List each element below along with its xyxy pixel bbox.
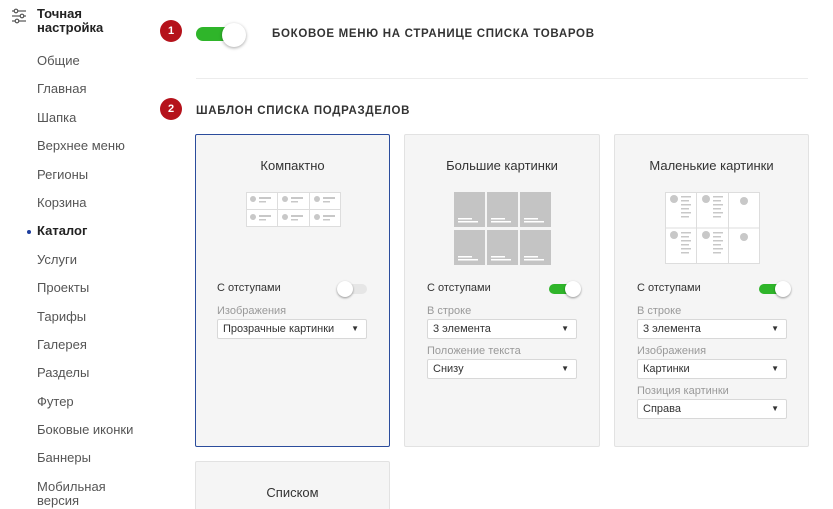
sidebar-item-label: Главная <box>37 81 87 97</box>
sidebar-item-label: Баннеры <box>37 450 91 466</box>
row-count-label: В строке <box>427 305 472 317</box>
sidebar-item-footer[interactable]: Футер <box>37 392 133 420</box>
sidebar-item-label: Каталог <box>37 223 88 239</box>
select-value: Прозрачные картинки <box>223 323 335 335</box>
card-title: Маленькие картинки <box>649 158 774 173</box>
toggle-knob <box>565 281 581 297</box>
sidebar-item-cart[interactable]: Корзина <box>37 193 133 221</box>
sidebar-item-regions[interactable]: Регионы <box>37 165 133 193</box>
sidebar-item-label: Корзина <box>37 194 87 210</box>
active-dot <box>27 230 31 235</box>
subsection-template-label: ШАБЛОН СПИСКА ПОДРАЗДЕЛОВ <box>196 105 411 117</box>
images-select[interactable]: Прозрачные картинки ▼ <box>217 319 367 339</box>
caret-down-icon: ▼ <box>561 364 569 373</box>
sidebar: Точная настройка Общие Главная Шапка Вер… <box>0 0 150 509</box>
template-card-compact[interactable]: Компактно С отступами Изображения Прозра… <box>195 134 390 447</box>
caret-down-icon: ▼ <box>771 364 779 373</box>
sidebar-item-projects[interactable]: Проекты <box>37 278 133 306</box>
sidebar-item-label: Мобильная версия <box>37 478 106 508</box>
sidebar-menu-toggle[interactable] <box>196 23 250 47</box>
sidebar-item-label: Общие <box>37 53 80 68</box>
sidebar-menu-setting-label: БОКОВОЕ МЕНЮ НА СТРАНИЦЕ СПИСКА ТОВАРОВ <box>272 28 595 40</box>
picture-position-select[interactable]: Справа ▼ <box>637 399 787 419</box>
text-position-label: Положение текста <box>427 345 521 357</box>
sidebar-item-banners[interactable]: Баннеры <box>37 448 133 476</box>
card-title: Большие картинки <box>446 158 558 173</box>
images-label: Изображения <box>637 345 707 357</box>
indent-label: С отступами <box>217 282 281 294</box>
sidebar-item-general[interactable]: Общие <box>37 51 133 79</box>
template-card-list[interactable]: Списком <box>195 461 390 509</box>
sidebar-item-home[interactable]: Главная <box>37 79 133 107</box>
sidebar-item-gallery[interactable]: Галерея <box>37 335 133 363</box>
big-pictures-preview-image <box>454 192 551 265</box>
sidebar-item-tariffs[interactable]: Тарифы <box>37 307 133 335</box>
caret-down-icon: ▼ <box>771 404 779 413</box>
sidebar-item-label: Верхнее меню <box>37 138 125 154</box>
indent-label: С отступами <box>427 282 491 294</box>
toggle-knob <box>775 281 791 297</box>
sidebar-item-sections[interactable]: Разделы <box>37 363 133 391</box>
indent-toggle[interactable] <box>337 281 369 297</box>
sidebar-item-catalog[interactable]: Каталог <box>27 221 133 249</box>
select-value: 3 элемента <box>433 323 491 335</box>
sidebar-item-label: Услуги <box>37 251 77 267</box>
step-badge: 2 <box>160 98 182 120</box>
sidebar-item-mobile[interactable]: Мобильная версия <box>37 477 117 508</box>
images-label: Изображения <box>217 305 287 317</box>
compact-preview-image <box>246 192 341 227</box>
small-pictures-preview-image <box>665 192 760 264</box>
indent-toggle[interactable] <box>759 281 791 297</box>
sidebar-header: Точная настройка <box>11 7 127 35</box>
card-title: Компактно <box>260 158 325 173</box>
caret-down-icon: ▼ <box>561 324 569 333</box>
divider <box>196 78 808 79</box>
caret-down-icon: ▼ <box>351 324 359 333</box>
row-count-label: В строке <box>637 305 682 317</box>
select-value: 3 элемента <box>643 323 701 335</box>
sliders-icon <box>12 8 26 24</box>
toggle-knob <box>337 281 353 297</box>
sidebar-item-top-menu[interactable]: Верхнее меню <box>37 136 133 164</box>
indent-label: С отступами <box>637 282 701 294</box>
row-count-select[interactable]: 3 элемента ▼ <box>427 319 577 339</box>
sidebar-item-header[interactable]: Шапка <box>37 108 133 136</box>
images-select[interactable]: Картинки ▼ <box>637 359 787 379</box>
select-value: Справа <box>643 403 681 415</box>
sidebar-menu: Общие Главная Шапка Верхнее меню Регионы… <box>27 51 133 508</box>
sidebar-item-side-icons[interactable]: Боковые иконки <box>37 420 133 448</box>
sidebar-item-services[interactable]: Услуги <box>37 250 133 278</box>
sidebar-item-label: Тарифы <box>37 308 87 324</box>
sidebar-item-label: Шапка <box>37 109 77 125</box>
picture-position-label: Позиция картинки <box>637 385 729 397</box>
step-badge: 1 <box>160 20 182 42</box>
card-title: Списком <box>266 485 319 500</box>
row-count-select[interactable]: 3 элемента ▼ <box>637 319 787 339</box>
select-value: Снизу <box>433 363 464 375</box>
sidebar-item-label: Регионы <box>37 166 89 182</box>
indent-toggle[interactable] <box>549 281 581 297</box>
toggle-knob <box>222 23 246 47</box>
text-position-select[interactable]: Снизу ▼ <box>427 359 577 379</box>
sidebar-item-label: Боковые иконки <box>37 422 134 438</box>
sidebar-item-label: Футер <box>37 393 74 409</box>
sidebar-item-label: Разделы <box>37 365 90 381</box>
sidebar-item-label: Галерея <box>37 336 87 352</box>
template-card-big-pictures[interactable]: Большие картинки С отступами В строке 3 … <box>404 134 600 447</box>
select-value: Картинки <box>643 363 690 375</box>
sidebar-title: Точная настройка <box>37 6 104 35</box>
template-card-small-pictures[interactable]: Маленькие картинки С отступами В строке … <box>614 134 809 447</box>
caret-down-icon: ▼ <box>771 324 779 333</box>
sidebar-item-label: Проекты <box>37 280 90 296</box>
